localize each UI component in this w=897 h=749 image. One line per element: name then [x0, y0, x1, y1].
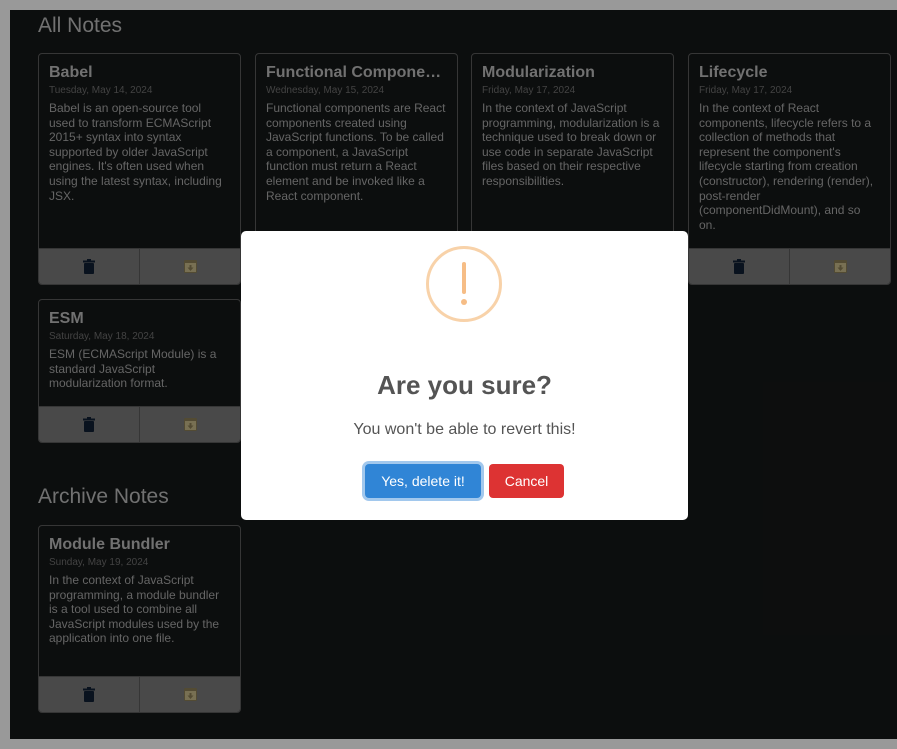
dialog-message: You won't be able to revert this! [353, 421, 576, 438]
confirm-delete-dialog: Are you sure? You won't be able to rever… [241, 231, 688, 520]
warning-exclamation-bar [462, 262, 466, 294]
cancel-button[interactable]: Cancel [489, 464, 564, 498]
dialog-actions: Yes, delete it! Cancel [241, 464, 688, 498]
dialog-title: Are you sure? [377, 370, 552, 400]
warning-exclamation-dot [461, 299, 467, 305]
confirm-delete-button[interactable]: Yes, delete it! [365, 464, 481, 498]
warning-exclamation-icon [426, 246, 502, 322]
